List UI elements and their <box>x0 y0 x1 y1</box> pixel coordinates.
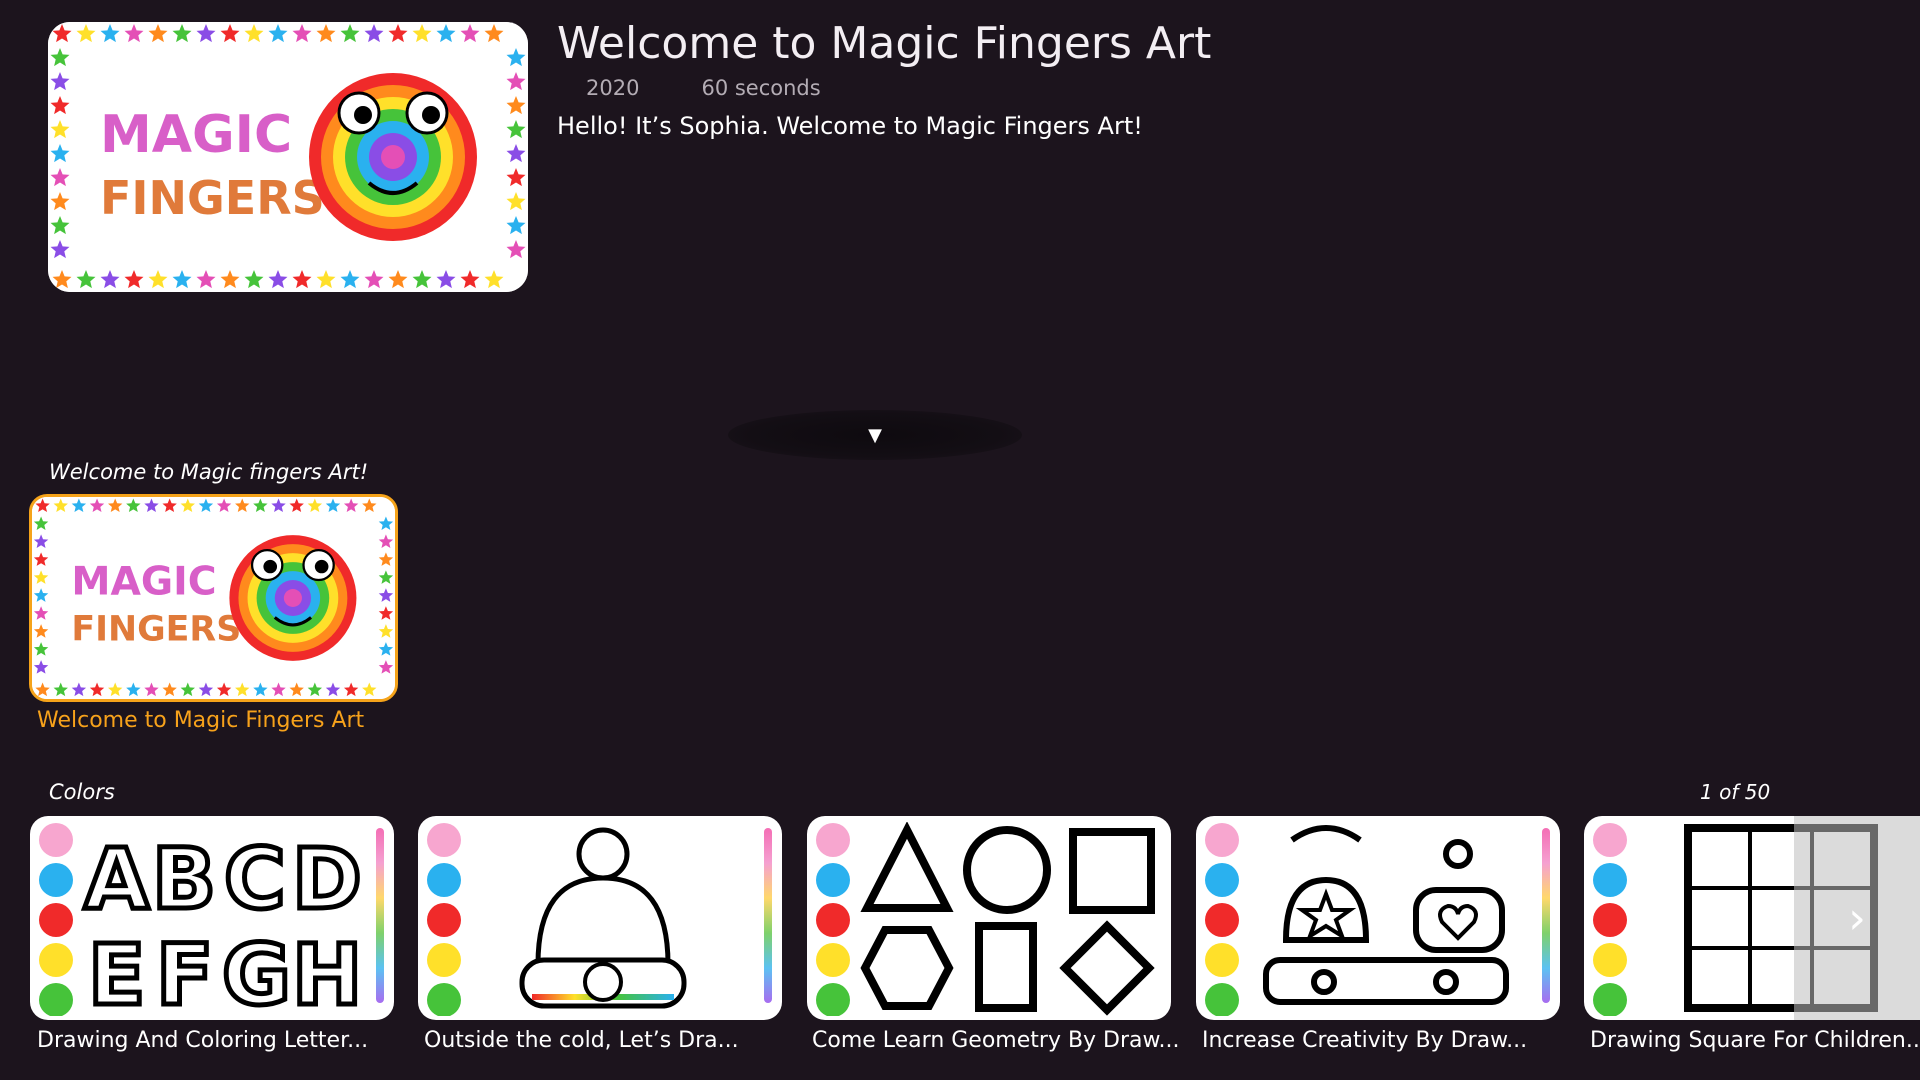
video-card[interactable] <box>1196 816 1560 1020</box>
paint-pots <box>811 820 855 1017</box>
svg-text:MAGIC: MAGIC <box>71 559 216 604</box>
svg-text:FINGERS: FINGERS <box>100 171 325 225</box>
video-title[interactable]: Outside the cold, Let’s Dra... <box>424 1028 739 1053</box>
video-title[interactable]: Drawing Square For Children... <box>1590 1028 1920 1053</box>
letters-drawing: ABCD EFGH <box>82 828 365 1015</box>
paint-pot <box>1593 903 1627 937</box>
paint-pot <box>1593 863 1627 897</box>
svg-text:H: H <box>292 926 362 1014</box>
svg-text:FINGERS: FINGERS <box>71 610 241 650</box>
row-label-welcome: Welcome to Magic fingers Art! <box>49 460 369 484</box>
release-year: 2020 <box>586 76 640 100</box>
paint-pot <box>427 863 461 897</box>
page-title: Welcome to Magic Fingers Art <box>557 18 1212 69</box>
paint-pot <box>427 983 461 1017</box>
paint-pot <box>1205 983 1239 1017</box>
paint-pots <box>422 820 466 1017</box>
video-card[interactable]: ABCD EFGH <box>30 816 394 1020</box>
shapes-drawing <box>860 822 1155 1016</box>
svg-text:A: A <box>84 830 149 928</box>
video-card[interactable] <box>807 816 1171 1020</box>
svg-text:G: G <box>222 926 291 1014</box>
paint-pot <box>1593 823 1627 857</box>
svg-text:B: B <box>152 830 216 928</box>
paint-pot <box>816 823 850 857</box>
paint-pot <box>1205 943 1239 977</box>
svg-text:D: D <box>292 830 362 928</box>
paint-pot <box>1205 823 1239 857</box>
paint-pots <box>1200 820 1244 1017</box>
paint-pot <box>816 983 850 1017</box>
video-meta: 2020 60 seconds <box>586 76 821 100</box>
triangle-down-icon: ▼ <box>868 424 882 446</box>
paint-pot <box>39 823 73 857</box>
paint-pot <box>39 903 73 937</box>
paint-pot <box>427 943 461 977</box>
paint-pot <box>427 903 461 937</box>
pencil-decoration <box>764 828 772 1003</box>
svg-text:MAGIC: MAGIC <box>100 105 292 165</box>
paint-pots <box>1588 820 1632 1017</box>
paint-pot <box>1205 903 1239 937</box>
paint-pot <box>427 823 461 857</box>
video-title[interactable]: Come Learn Geometry By Draw... <box>812 1028 1179 1053</box>
chevron-right-icon: › <box>1848 892 1866 944</box>
row-label-colors: Colors <box>49 780 115 804</box>
scroll-right-button[interactable]: › <box>1794 816 1920 1020</box>
selected-video-title[interactable]: Welcome to Magic Fingers Art <box>37 708 364 733</box>
paint-pot <box>39 863 73 897</box>
magic-fingers-logo: MAGIC FINGERS <box>32 497 395 699</box>
hero-thumbnail: MAGIC FINGERS <box>48 22 528 292</box>
duration: 60 seconds <box>701 76 821 100</box>
video-title[interactable]: Increase Creativity By Draw... <box>1202 1028 1527 1053</box>
pencil-decoration <box>376 828 384 1003</box>
paint-pot <box>1593 983 1627 1017</box>
paint-pot <box>39 943 73 977</box>
svg-text:C: C <box>224 830 286 928</box>
paint-pot <box>1593 943 1627 977</box>
paint-pot <box>816 863 850 897</box>
paint-pot <box>816 903 850 937</box>
pencil-decoration <box>1542 828 1550 1003</box>
video-card-selected[interactable]: MAGIC FINGERS <box>29 494 398 702</box>
expand-details-button[interactable]: ▼ <box>728 410 1022 460</box>
video-card[interactable] <box>418 816 782 1020</box>
paint-pot <box>39 983 73 1017</box>
winter-hat-drawing <box>519 827 687 1009</box>
kettle-drawing <box>1263 825 1509 1005</box>
paint-pots <box>34 820 78 1017</box>
magic-fingers-logo: MAGIC FINGERS <box>48 22 528 292</box>
video-title[interactable]: Drawing And Coloring Letter... <box>37 1028 368 1053</box>
paint-pot <box>1205 863 1239 897</box>
row-counter: 1 of 50 <box>1700 780 1771 804</box>
paint-pot <box>816 943 850 977</box>
svg-text:F: F <box>156 926 213 1014</box>
svg-text:E: E <box>88 926 145 1014</box>
description: Hello! It’s Sophia. Welcome to Magic Fin… <box>557 112 1143 140</box>
